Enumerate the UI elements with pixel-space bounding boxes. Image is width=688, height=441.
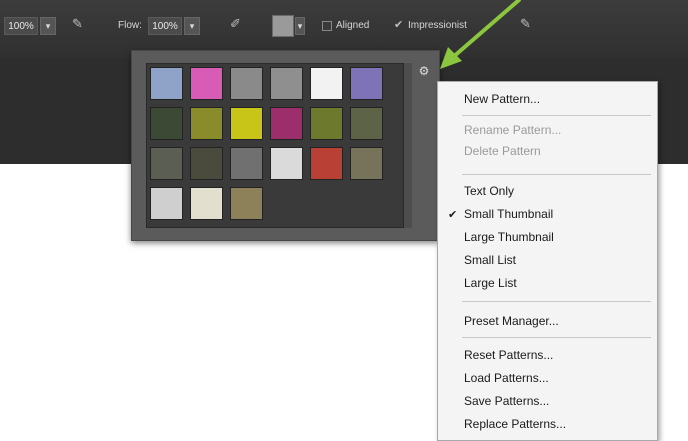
menu-item[interactable]: Large Thumbnail xyxy=(464,230,554,244)
flow-label: Flow: xyxy=(118,20,142,31)
pattern-picker-panel: ⚙ xyxy=(131,50,440,241)
swatch-scrollbar[interactable] xyxy=(404,63,412,228)
menu-item[interactable]: Small List xyxy=(464,253,516,267)
pattern-swatch[interactable] xyxy=(270,67,303,100)
pattern-swatch[interactable] xyxy=(230,67,263,100)
pattern-swatch[interactable] xyxy=(190,67,223,100)
menu-item[interactable]: Large List xyxy=(464,276,517,290)
pressure-opacity-icon[interactable]: ✎ xyxy=(72,16,83,32)
pattern-swatch[interactable] xyxy=(230,147,263,180)
menu-item[interactable]: Preset Manager... xyxy=(464,314,559,328)
gear-icon[interactable]: ⚙ xyxy=(418,65,430,77)
pattern-dropdown-button[interactable]: ▾ xyxy=(295,17,305,35)
pattern-swatch[interactable] xyxy=(270,147,303,180)
impressionist-label: Impressionist xyxy=(408,20,467,31)
menu-item[interactable]: Text Only xyxy=(464,184,514,198)
pattern-swatch[interactable] xyxy=(150,67,183,100)
pattern-swatch[interactable] xyxy=(230,187,263,220)
aligned-label: Aligned xyxy=(336,20,370,31)
pattern-swatch[interactable] xyxy=(350,67,383,100)
pattern-swatch[interactable] xyxy=(310,147,343,180)
pattern-swatch[interactable] xyxy=(190,187,223,220)
impressionist-check-icon[interactable]: ✔ xyxy=(394,18,403,31)
flow-field[interactable]: 100% xyxy=(148,17,182,35)
menu-item[interactable]: Reset Patterns... xyxy=(464,348,553,362)
pattern-swatch[interactable] xyxy=(190,147,223,180)
pressure-size-icon[interactable]: ✎ xyxy=(520,16,531,32)
pattern-swatch-grid xyxy=(146,63,404,228)
flow-dropdown-button[interactable]: ▾ xyxy=(184,17,200,35)
pattern-swatch[interactable] xyxy=(350,147,383,180)
pattern-swatch[interactable] xyxy=(230,107,263,140)
menu-item[interactable]: New Pattern... xyxy=(464,92,540,106)
menu-item[interactable]: Replace Patterns... xyxy=(464,417,566,431)
pattern-swatch[interactable] xyxy=(310,107,343,140)
menu-item[interactable]: Save Patterns... xyxy=(464,394,549,408)
pattern-swatch[interactable] xyxy=(270,107,303,140)
menu-separator xyxy=(462,115,651,116)
pattern-swatch[interactable] xyxy=(190,107,223,140)
pattern-swatch[interactable] xyxy=(350,107,383,140)
menu-separator xyxy=(462,301,651,302)
aligned-checkbox[interactable] xyxy=(322,21,332,31)
pattern-panel-menu: New Pattern... Rename Pattern... Delete Pa… xyxy=(437,81,658,441)
opacity-dropdown-button[interactable]: ▾ xyxy=(40,17,56,35)
pattern-swatch[interactable] xyxy=(310,67,343,100)
airbrush-icon[interactable]: ✐ xyxy=(230,16,241,32)
menu-item: Delete Pattern xyxy=(464,144,541,158)
menu-item[interactable]: Small Thumbnail xyxy=(464,207,553,221)
pattern-preview-button[interactable] xyxy=(272,15,294,37)
menu-item[interactable]: Load Patterns... xyxy=(464,371,549,385)
pattern-swatch[interactable] xyxy=(150,107,183,140)
menu-separator xyxy=(462,337,651,338)
menu-item: Rename Pattern... xyxy=(464,123,562,137)
pattern-swatch[interactable] xyxy=(150,187,183,220)
menu-separator xyxy=(462,174,651,175)
checkmark-icon: ✔ xyxy=(448,209,458,221)
pattern-swatch[interactable] xyxy=(150,147,183,180)
opacity-field[interactable]: 100% xyxy=(4,17,38,35)
